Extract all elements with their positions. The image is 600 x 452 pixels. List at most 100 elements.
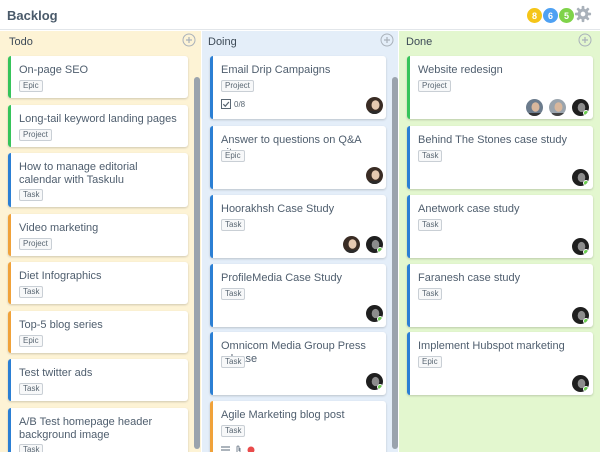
card-color-stripe — [407, 56, 410, 119]
card-tag: Project — [19, 129, 52, 141]
card-hubspot[interactable]: Implement Hubspot marketing Epic — [407, 332, 593, 395]
card-color-stripe — [8, 214, 11, 256]
card-tag: Task — [221, 425, 246, 437]
avatar[interactable] — [571, 306, 590, 325]
avatar[interactable] — [571, 168, 590, 187]
avatar[interactable] — [365, 235, 384, 254]
card-title: A/B Test homepage header background imag… — [19, 416, 153, 441]
card-title: Behind The Stones case study — [418, 134, 568, 146]
card-meta-icons — [221, 445, 255, 452]
card-tag: Task — [19, 444, 44, 452]
avatar[interactable] — [571, 237, 590, 256]
card-anetwork[interactable]: Anetwork case study Task — [407, 195, 593, 258]
card-test-twitter-ads[interactable]: Test twitter ads Task — [8, 359, 188, 401]
subtask-progress: 0/8 — [221, 99, 245, 109]
card-ab-test-header[interactable]: A/B Test homepage header background imag… — [8, 408, 188, 452]
card-agile-marketing[interactable]: Agile Marketing blog post Task — [210, 401, 386, 452]
card-tag: Epic — [19, 335, 43, 347]
blue-count-badge[interactable]: 6 — [543, 8, 558, 23]
column-doing: Doing Email Drip Campaigns Project 0/8 A… — [202, 31, 398, 452]
online-status-dot — [583, 249, 589, 255]
card-color-stripe — [210, 195, 213, 258]
board-header: Backlog 8 6 5 — [0, 0, 600, 30]
card-title: Long-tail keyword landing pages — [19, 113, 177, 125]
card-color-stripe — [8, 56, 11, 98]
card-color-stripe — [210, 126, 213, 189]
online-status-dot — [377, 316, 383, 322]
avatar[interactable] — [365, 304, 384, 323]
card-color-stripe — [407, 195, 410, 258]
card-color-stripe — [8, 105, 11, 147]
avatar[interactable] — [571, 98, 590, 117]
card-title: Top-5 blog series — [19, 319, 103, 331]
card-tag: Task — [19, 189, 44, 201]
card-title: Video marketing — [19, 222, 99, 234]
online-status-dot — [583, 110, 589, 116]
description-icon — [221, 445, 230, 452]
card-title: Website redesign — [418, 64, 503, 76]
card-tag: Project — [19, 238, 52, 250]
avatar[interactable] — [571, 374, 590, 393]
card-tag: Project — [221, 80, 254, 92]
card-website-redesign[interactable]: Website redesign Project — [407, 56, 593, 119]
online-status-dot — [583, 318, 589, 324]
card-color-stripe — [8, 262, 11, 304]
avatar[interactable] — [365, 96, 384, 115]
card-profilemedia[interactable]: ProfileMedia Case Study Task — [210, 264, 386, 327]
card-tag: Task — [19, 286, 44, 298]
card-editorial-calendar[interactable]: How to manage editorial calendar with Ta… — [8, 153, 188, 207]
online-status-dot — [583, 386, 589, 392]
card-color-stripe — [8, 408, 11, 452]
card-color-stripe — [210, 332, 213, 395]
add-card-icon[interactable] — [578, 33, 592, 47]
avatar[interactable] — [548, 98, 567, 117]
gear-icon[interactable] — [574, 5, 592, 23]
card-title: Agile Marketing blog post — [221, 409, 345, 421]
board-title: Backlog — [7, 8, 58, 23]
card-hoorakhsh[interactable]: Hoorakhsh Case Study Task — [210, 195, 386, 258]
card-title: Test twitter ads — [19, 367, 93, 379]
attachment-icon — [236, 445, 241, 452]
card-title: ProfileMedia Case Study — [221, 272, 343, 284]
card-omnicom[interactable]: Omnicom Media Group Press release Task — [210, 332, 386, 395]
todo-scrollbar[interactable] — [194, 77, 200, 449]
card-behind-the-stones[interactable]: Behind The Stones case study Task — [407, 126, 593, 189]
card-title: Email Drip Campaigns — [221, 64, 331, 76]
label-dot-icon — [247, 446, 255, 452]
card-color-stripe — [407, 264, 410, 327]
avatar[interactable] — [365, 166, 384, 185]
avatar[interactable] — [342, 235, 361, 254]
card-title: Hoorakhsh Case Study — [221, 203, 335, 215]
card-answer-qa[interactable]: Answer to questions on Q&A sites Epic — [210, 126, 386, 189]
card-diet-infographics[interactable]: Diet Infographics Task — [8, 262, 188, 304]
card-tag: Project — [418, 80, 451, 92]
online-status-dot — [583, 180, 589, 186]
add-card-icon[interactable] — [380, 33, 394, 47]
card-color-stripe — [210, 401, 213, 452]
green-count-badge[interactable]: 5 — [559, 8, 574, 23]
card-tag: Task — [221, 356, 246, 368]
card-title: Faranesh case study — [418, 272, 521, 284]
card-long-tail-keyword[interactable]: Long-tail keyword landing pages Project — [8, 105, 188, 147]
add-card-icon[interactable] — [182, 33, 196, 47]
doing-scrollbar[interactable] — [392, 77, 398, 449]
column-title: Doing — [208, 36, 237, 48]
card-color-stripe — [210, 264, 213, 327]
avatar[interactable] — [365, 372, 384, 391]
card-email-drip[interactable]: Email Drip Campaigns Project 0/8 — [210, 56, 386, 119]
column-title: Done — [406, 36, 433, 48]
card-tag: Task — [221, 219, 246, 231]
card-video-marketing[interactable]: Video marketing Project — [8, 214, 188, 256]
card-on-page-seo[interactable]: On-page SEO Epic — [8, 56, 188, 98]
online-status-dot — [377, 247, 383, 253]
card-color-stripe — [8, 153, 11, 207]
card-tag: Task — [418, 288, 443, 300]
card-title: On-page SEO — [19, 64, 89, 76]
card-top-5-blog[interactable]: Top-5 blog series Epic — [8, 311, 188, 353]
yellow-count-badge[interactable]: 8 — [527, 8, 542, 23]
card-tag: Task — [19, 383, 44, 395]
card-title: How to manage editorial calendar with Ta… — [19, 161, 138, 186]
card-faranesh[interactable]: Faranesh case study Task — [407, 264, 593, 327]
avatar[interactable] — [525, 98, 544, 117]
card-title: Anetwork case study — [418, 203, 520, 215]
